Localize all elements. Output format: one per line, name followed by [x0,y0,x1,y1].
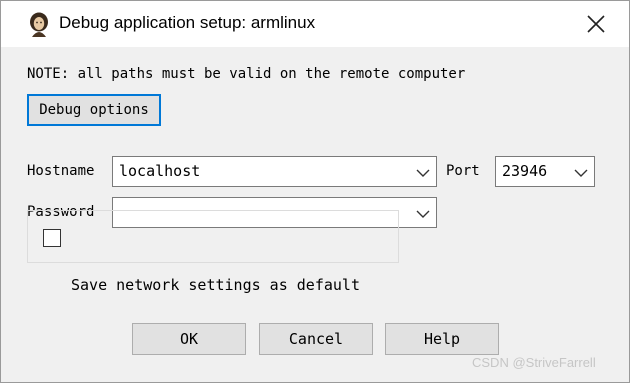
port-label: Port [446,163,480,179]
save-network-settings-label[interactable]: Save network settings as default [71,276,360,294]
close-icon[interactable] [579,7,613,41]
hostname-combobox[interactable]: localhost [112,156,437,187]
remote-paths-note: NOTE: all paths must be valid on the rem… [27,66,466,82]
help-label: Help [423,330,461,348]
save-network-settings-checkbox[interactable] [43,229,61,247]
title-bar: Debug application setup: armlinux [1,1,629,47]
help-button[interactable]: Help [385,323,499,355]
window-title: Debug application setup: armlinux [59,13,316,32]
debug-options-button[interactable]: Debug options [27,94,161,126]
hostname-value: localhost [119,162,201,180]
network-settings-group [27,210,399,263]
port-combobox[interactable]: 23946 [495,156,595,187]
debug-options-label: Debug options [39,102,149,118]
port-value: 23946 [502,162,548,180]
debug-setup-dialog: Debug application setup: armlinux NOTE: … [0,0,630,383]
chevron-down-icon[interactable] [574,165,588,179]
cancel-button[interactable]: Cancel [259,323,373,355]
hostname-label: Hostname [27,163,95,179]
watermark: CSDN @StriveFarrell [472,355,596,370]
ida-portrait-icon [27,12,51,38]
ok-button[interactable]: OK [132,323,246,355]
cancel-label: Cancel [288,330,344,348]
ok-label: OK [179,330,199,348]
chevron-down-icon[interactable] [416,165,430,179]
chevron-down-icon[interactable] [416,206,430,220]
